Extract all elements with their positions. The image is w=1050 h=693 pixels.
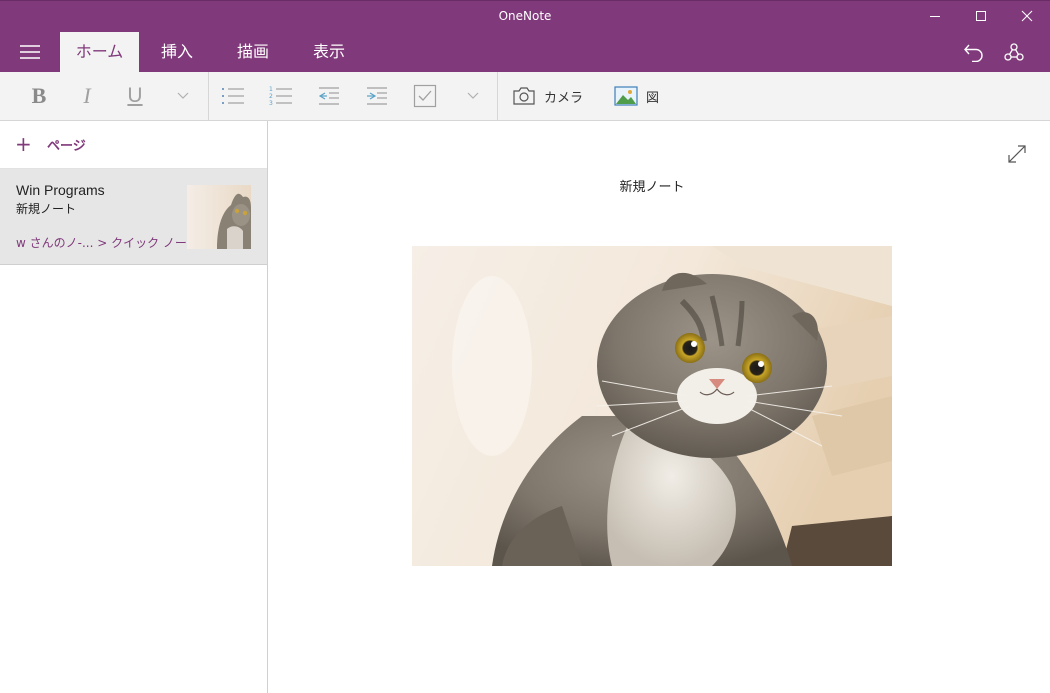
note-title[interactable]: 新規ノート <box>412 176 892 195</box>
add-page-label: ページ <box>47 139 86 154</box>
underline-button[interactable]: U <box>116 72 154 120</box>
bullet-list-button[interactable] <box>216 72 250 120</box>
add-page-button[interactable]: + ページ <box>0 121 267 169</box>
toolbar-separator <box>497 72 498 120</box>
page-list-item[interactable]: Win Programs 新規ノート w さんのノ-... > クイック ノート <box>0 169 267 265</box>
tab-home[interactable]: ホーム <box>60 32 139 72</box>
minimize-icon <box>930 16 940 17</box>
decrease-indent-button[interactable] <box>312 72 346 120</box>
page-location: w さんのノ-... > クイック ノート <box>16 236 199 250</box>
tab-draw[interactable]: 描画 <box>224 32 282 72</box>
decrease-indent-icon <box>318 87 339 105</box>
svg-text:3: 3 <box>269 100 273 107</box>
font-format-dropdown[interactable] <box>168 72 198 120</box>
ribbon-toolbar: B I U 1 2 3 カメラ 図 <box>0 72 1050 121</box>
camera-icon <box>513 87 535 105</box>
tab-insert[interactable]: 挿入 <box>148 32 206 72</box>
share-icon <box>1004 43 1024 61</box>
tab-view[interactable]: 表示 <box>300 32 358 72</box>
chevron-down-icon <box>177 92 189 99</box>
share-button[interactable] <box>994 32 1034 72</box>
ribbon-tabs: ホーム 挿入 描画 表示 <box>0 32 1050 72</box>
maximize-icon <box>976 11 986 21</box>
undo-button[interactable] <box>954 32 994 72</box>
page-list-pane: + ページ Win Programs 新規ノート w さんのノ-... > クイ… <box>0 121 268 693</box>
numbered-list-icon: 1 2 3 <box>269 86 292 107</box>
italic-button[interactable]: I <box>68 72 106 120</box>
page-title: Win Programs <box>16 182 105 198</box>
increase-indent-icon <box>367 87 387 105</box>
full-screen-button[interactable] <box>1003 140 1031 168</box>
todo-checkbox-button[interactable] <box>408 72 442 120</box>
bold-icon: B <box>31 83 47 108</box>
toolbar-separator <box>208 72 209 120</box>
bold-button[interactable]: B <box>20 72 58 120</box>
camera-button[interactable]: カメラ <box>512 72 592 120</box>
undo-icon <box>964 44 983 62</box>
minimize-button[interactable] <box>912 0 958 32</box>
hamburger-icon <box>20 45 40 59</box>
paragraph-format-dropdown[interactable] <box>458 72 488 120</box>
underline-icon: U <box>127 84 143 107</box>
chevron-down-icon <box>467 92 479 99</box>
italic-icon: I <box>83 83 91 108</box>
close-button[interactable] <box>1004 0 1050 32</box>
picture-icon <box>614 86 638 106</box>
picture-button[interactable]: 図 <box>614 72 674 120</box>
expand-icon <box>1008 145 1026 163</box>
maximize-button[interactable] <box>958 0 1004 32</box>
picture-label: 図 <box>646 90 660 106</box>
cat-photo[interactable] <box>412 246 892 566</box>
checkbox-icon <box>413 84 437 108</box>
app-title: OneNote <box>498 9 552 23</box>
title-bar: OneNote <box>0 0 1050 32</box>
numbered-list-button[interactable]: 1 2 3 <box>264 72 298 120</box>
page-subtitle: 新規ノート <box>16 202 77 216</box>
bullet-list-icon <box>222 88 244 104</box>
navigation-menu-button[interactable] <box>0 32 60 72</box>
svg-text:2: 2 <box>269 93 273 100</box>
svg-text:1: 1 <box>269 86 273 93</box>
camera-label: カメラ <box>544 90 584 106</box>
increase-indent-button[interactable] <box>360 72 394 120</box>
plus-icon: + <box>15 132 32 156</box>
close-icon <box>1021 10 1033 22</box>
page-thumbnail <box>187 185 251 249</box>
